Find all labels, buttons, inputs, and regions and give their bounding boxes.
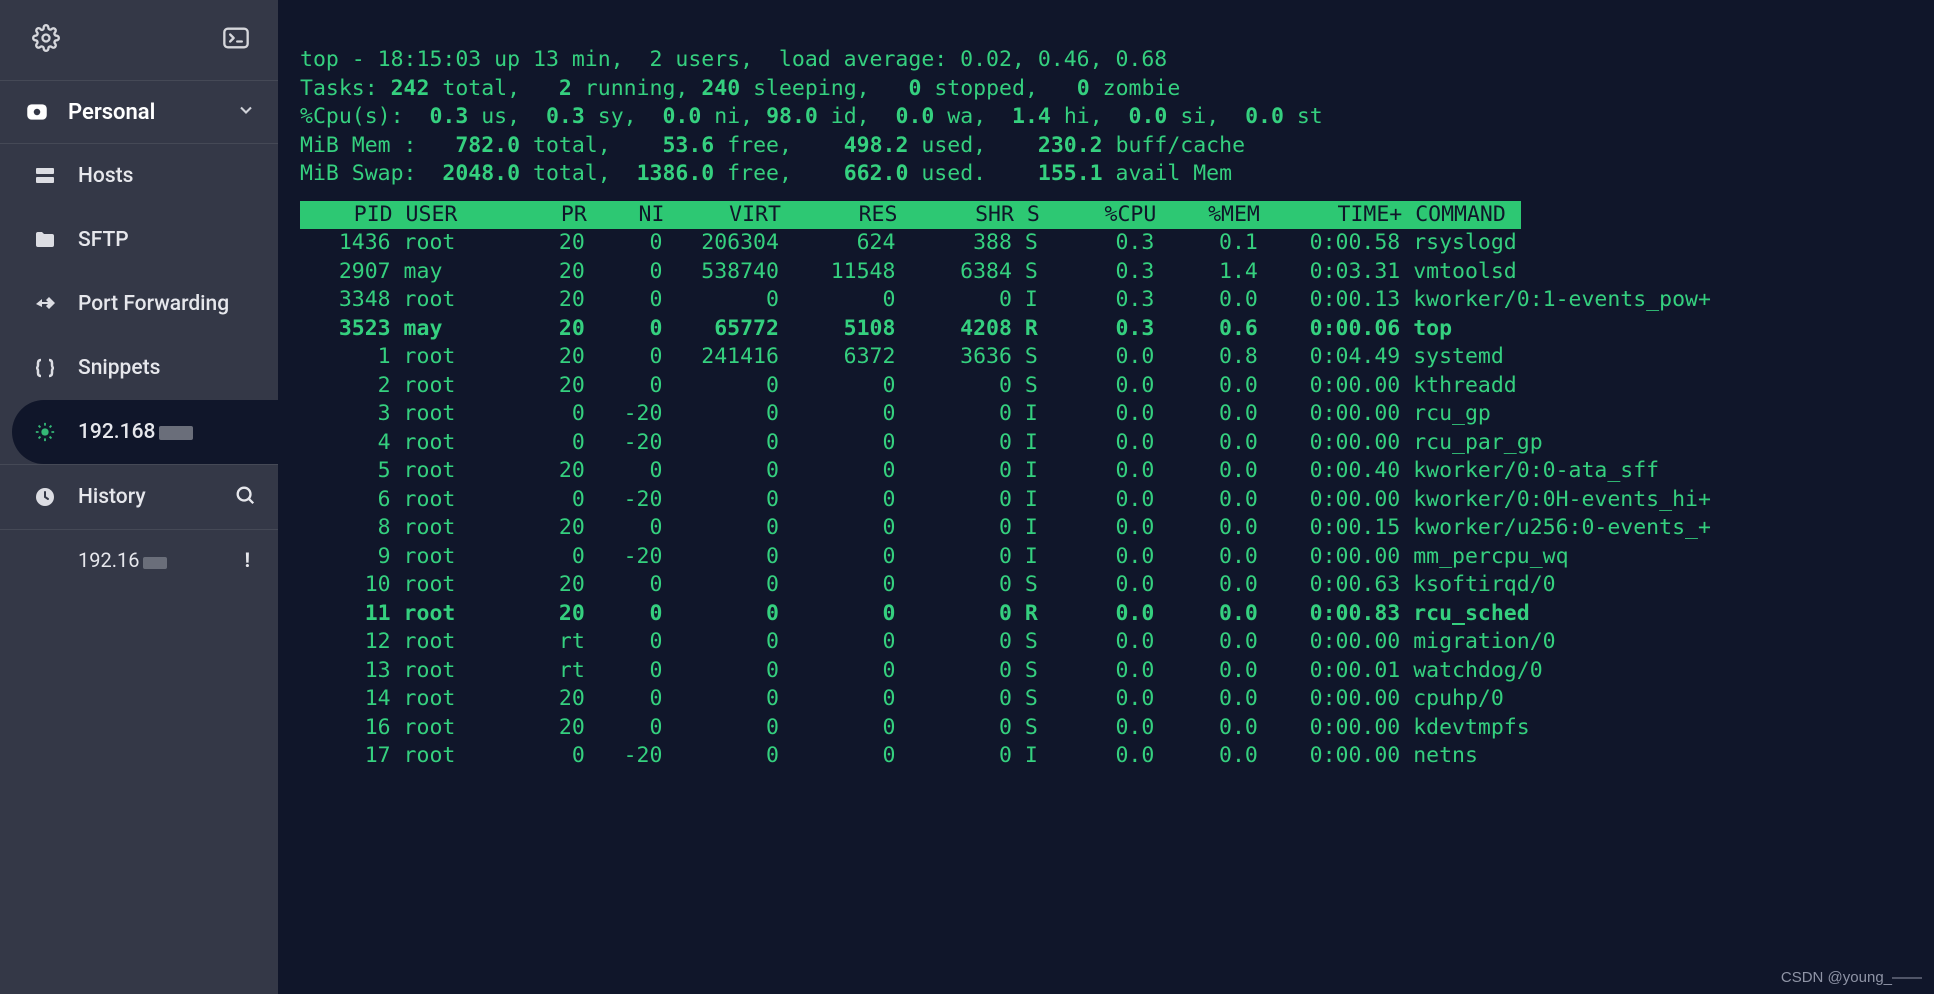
local-terminal-button[interactable]: [220, 22, 252, 54]
hosts-icon: [30, 164, 60, 188]
vault-header[interactable]: Personal: [0, 80, 278, 144]
history-item-bang: !: [245, 548, 250, 572]
process-row: 9 root 0 -20 0 0 0 I 0.0 0.0 0:00.00 mm_…: [300, 543, 1910, 572]
search-history-button[interactable]: [234, 484, 256, 510]
history-item[interactable]: 192.16 !: [0, 530, 278, 590]
process-row: 8 root 20 0 0 0 0 I 0.0 0.0 0:00.15 kwor…: [300, 514, 1910, 543]
settings-button[interactable]: [30, 22, 62, 54]
watermark: CSDN @young_——: [1781, 969, 1922, 986]
process-row: 14 root 20 0 0 0 0 S 0.0 0.0 0:00.00 cpu…: [300, 685, 1910, 714]
nav-snippets[interactable]: Snippets: [0, 336, 278, 400]
top-summary-line: %Cpu(s): 0.3 us, 0.3 sy, 0.0 ni, 98.0 id…: [300, 103, 1910, 132]
redacted-text: [159, 426, 193, 440]
process-row: 3523 may 20 0 65772 5108 4208 R 0.3 0.6 …: [300, 315, 1910, 344]
nav-sftp-label: SFTP: [78, 228, 129, 252]
vault-icon: [22, 99, 52, 125]
top-summary-line: MiB Mem : 782.0 total, 53.6 free, 498.2 …: [300, 132, 1910, 161]
process-row: 11 root 20 0 0 0 0 R 0.0 0.0 0:00.83 rcu…: [300, 600, 1910, 629]
active-host-icon: [30, 421, 60, 443]
top-summary-line: top - 18:15:03 up 13 min, 2 users, load …: [300, 46, 1910, 75]
process-row: 2907 may 20 0 538740 11548 6384 S 0.3 1.…: [300, 258, 1910, 287]
top-summary-line: Tasks: 242 total, 2 running, 240 sleepin…: [300, 75, 1910, 104]
gear-icon: [32, 24, 60, 52]
terminal-output[interactable]: top - 18:15:03 up 13 min, 2 users, load …: [278, 0, 1934, 994]
sidebar: Personal Hosts SFTP: [0, 0, 278, 994]
nav-history[interactable]: History: [0, 464, 278, 530]
process-row: 12 root rt 0 0 0 0 S 0.0 0.0 0:00.00 mig…: [300, 628, 1910, 657]
redacted-text: [143, 557, 167, 569]
terminal-icon: [222, 24, 250, 52]
process-row: 16 root 20 0 0 0 0 S 0.0 0.0 0:00.00 kde…: [300, 714, 1910, 743]
folder-icon: [30, 228, 60, 252]
process-row: 6 root 0 -20 0 0 0 I 0.0 0.0 0:00.00 kwo…: [300, 486, 1910, 515]
nav-portfwd-label: Port Forwarding: [78, 292, 229, 316]
app-root: Personal Hosts SFTP: [0, 0, 1934, 994]
nav-list: Hosts SFTP Port Forwarding Snippets: [0, 144, 278, 590]
nav-history-label: History: [78, 485, 146, 509]
braces-icon: [30, 356, 60, 380]
top-summary-line: MiB Swap: 2048.0 total, 1386.0 free, 662…: [300, 160, 1910, 189]
process-row: 1436 root 20 0 206304 624 388 S 0.3 0.1 …: [300, 229, 1910, 258]
process-row: 3 root 0 -20 0 0 0 I 0.0 0.0 0:00.00 rcu…: [300, 400, 1910, 429]
process-row: 4 root 0 -20 0 0 0 I 0.0 0.0 0:00.00 rcu…: [300, 429, 1910, 458]
nav-active-host[interactable]: 192.168: [12, 400, 278, 464]
chevron-down-icon: [236, 100, 256, 124]
process-row: 5 root 20 0 0 0 0 I 0.0 0.0 0:00.40 kwor…: [300, 457, 1910, 486]
sidebar-top-bar: [0, 0, 278, 80]
search-icon: [234, 484, 256, 506]
nav-hosts-label: Hosts: [78, 164, 133, 188]
process-row: 10 root 20 0 0 0 0 S 0.0 0.0 0:00.63 kso…: [300, 571, 1910, 600]
vault-label: Personal: [68, 100, 236, 125]
process-row: 2 root 20 0 0 0 0 S 0.0 0.0 0:00.00 kthr…: [300, 372, 1910, 401]
process-row: 1 root 20 0 241416 6372 3636 S 0.0 0.8 0…: [300, 343, 1910, 372]
nav-active-host-label: 192.168: [78, 420, 193, 444]
process-row: 17 root 0 -20 0 0 0 I 0.0 0.0 0:00.00 ne…: [300, 742, 1910, 771]
port-forward-icon: [30, 292, 60, 316]
nav-sftp[interactable]: SFTP: [0, 208, 278, 272]
clock-icon: [30, 485, 60, 509]
nav-hosts[interactable]: Hosts: [0, 144, 278, 208]
history-item-label: 192.16: [78, 548, 167, 572]
nav-portfwd[interactable]: Port Forwarding: [0, 272, 278, 336]
process-row: 3348 root 20 0 0 0 0 I 0.3 0.0 0:00.13 k…: [300, 286, 1910, 315]
nav-snippets-label: Snippets: [78, 356, 160, 380]
process-row: 13 root rt 0 0 0 0 S 0.0 0.0 0:00.01 wat…: [300, 657, 1910, 686]
process-table-header: PID USER PR NI VIRT RES SHR S %CPU %MEM …: [300, 201, 1521, 230]
